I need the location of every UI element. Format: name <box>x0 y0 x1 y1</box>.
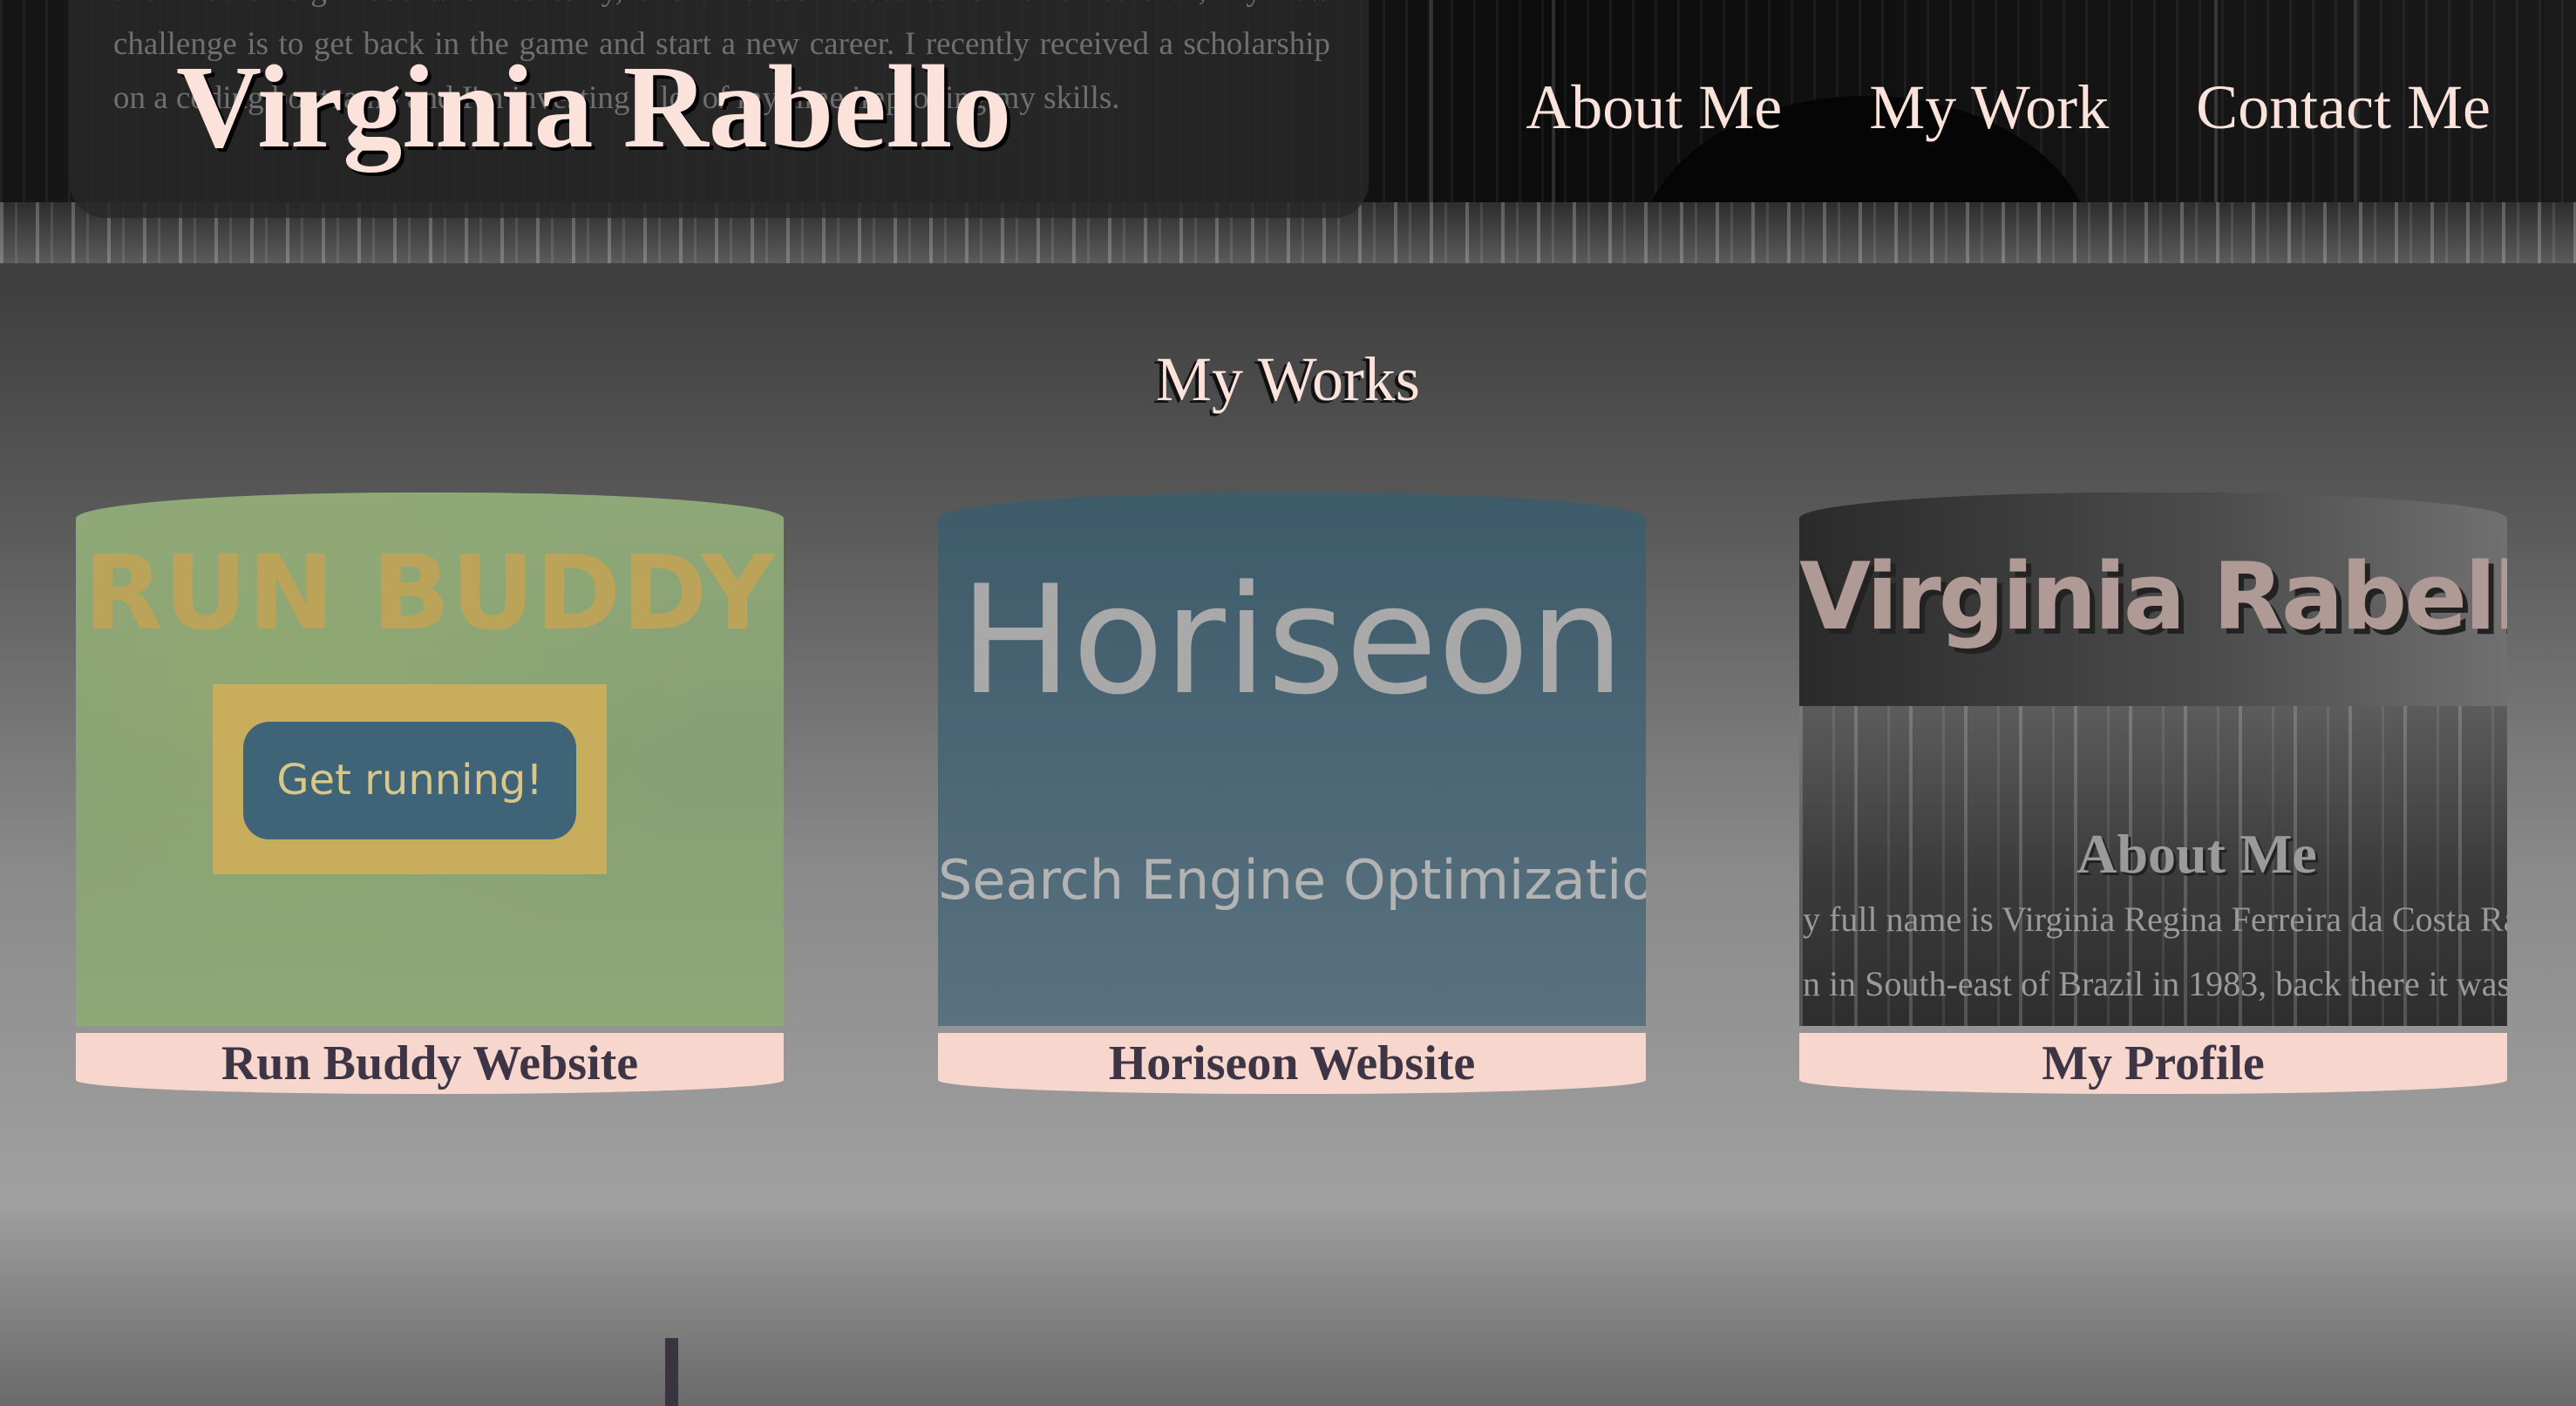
work-caption[interactable]: My Profile <box>1799 1033 2507 1094</box>
thumbnail-heading: Horiseon <box>959 553 1625 728</box>
work-caption[interactable]: Run Buddy Website <box>76 1033 784 1094</box>
nav-link-contact-me[interactable]: Contact Me <box>2196 68 2491 146</box>
work-thumbnail-horiseon[interactable]: Horiseon Search Engine Optimization <box>938 492 1646 1026</box>
thumbnail-heading: Virginia Rabello <box>1799 543 2507 650</box>
nav-link-about-me[interactable]: About Me <box>1526 68 1782 146</box>
thumbnail-hero-box: Get running! <box>213 684 607 874</box>
thumbnail-header: Virginia Rabello <box>1799 492 2507 706</box>
main-nav: About Me My Work Contact Me <box>1526 68 2491 146</box>
site-header: and another big move was necessary, this… <box>0 0 2576 263</box>
nav-link-my-work[interactable]: My Work <box>1869 68 2109 146</box>
work-card-my-profile[interactable]: Virginia Rabello About Me y full name is… <box>1799 492 2507 1094</box>
thumbnail-heading: RUN BUDDY <box>83 533 777 653</box>
work-card-run-buddy[interactable]: RUN BUDDY Get running! Run Buddy Website <box>76 492 784 1094</box>
work-thumbnail-run-buddy[interactable]: RUN BUDDY Get running! <box>76 492 784 1026</box>
work-card-horiseon[interactable]: Horiseon Search Engine Optimization Hori… <box>938 492 1646 1094</box>
work-caption[interactable]: Horiseon Website <box>938 1033 1646 1094</box>
site-title: Virginia Rabello <box>176 42 1012 173</box>
thumbnail-text-line: y full name is Virginia Regina Ferreira … <box>1803 900 2507 939</box>
text-cursor <box>665 1338 678 1406</box>
thumbnail-text-line: n in South-east of Brazil in 1983, back … <box>1803 964 2507 1003</box>
section-title: My Works <box>1156 344 1420 414</box>
thumbnail-section-heading: About Me <box>2076 823 2317 885</box>
thumbnail-button: Get running! <box>243 722 576 839</box>
work-thumbnail-my-profile[interactable]: Virginia Rabello About Me y full name is… <box>1799 492 2507 1026</box>
thumbnail-subtitle: Search Engine Optimization <box>938 848 1646 912</box>
